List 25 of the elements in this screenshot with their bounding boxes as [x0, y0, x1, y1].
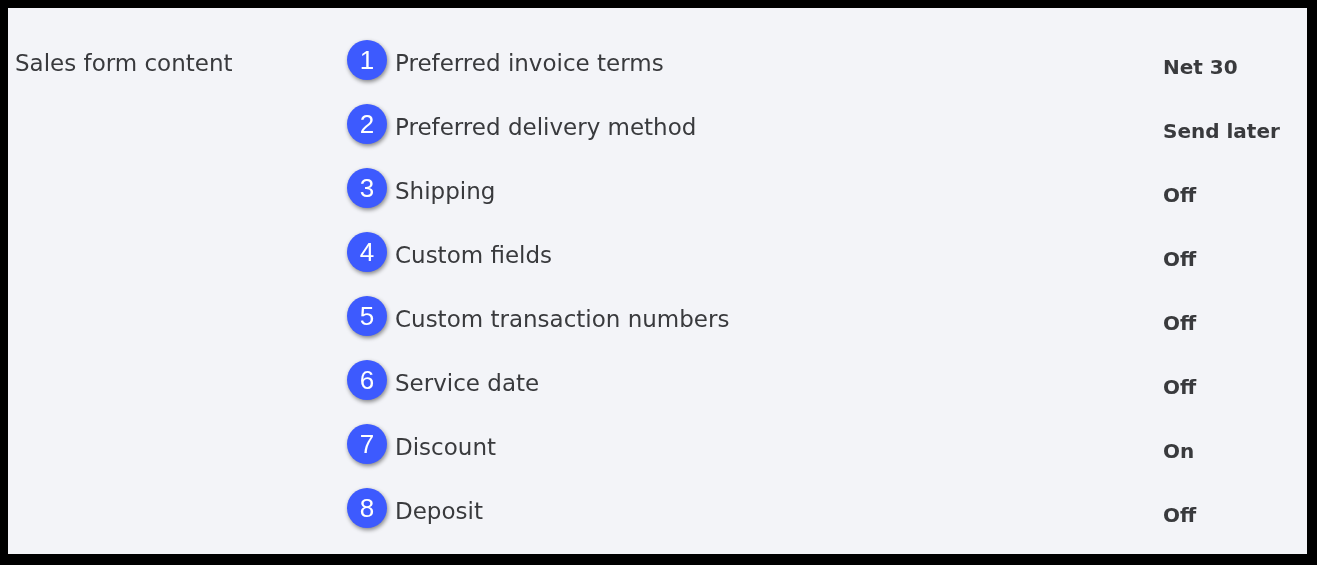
setting-value: Off [1163, 503, 1197, 527]
setting-label: Custom transaction numbers [395, 306, 730, 332]
setting-value: Send later [1163, 119, 1280, 143]
setting-value: On [1163, 439, 1195, 463]
number-marker: 2 [347, 104, 387, 144]
number-marker: 5 [347, 296, 387, 336]
number-marker: 1 [347, 40, 387, 80]
number-marker: 3 [347, 168, 387, 208]
setting-value: Off [1163, 247, 1197, 271]
section-title: Sales form content [15, 49, 234, 78]
setting-label: Preferred invoice terms [395, 50, 664, 76]
number-marker: 4 [347, 232, 387, 272]
setting-label: Discount [395, 434, 496, 460]
setting-value: Net 30 [1163, 55, 1238, 79]
setting-label: Preferred delivery method [395, 114, 697, 140]
setting-value: Off [1163, 311, 1197, 335]
number-marker: 6 [347, 360, 387, 400]
number-marker: 8 [347, 488, 387, 528]
setting-label: Custom fields [395, 242, 553, 268]
setting-value: Off [1163, 375, 1197, 399]
setting-label: Service date [395, 370, 540, 396]
setting-label: Shipping [395, 178, 496, 204]
setting-value: Off [1163, 183, 1197, 207]
setting-label: Deposit [395, 498, 483, 524]
number-marker: 7 [347, 424, 387, 464]
